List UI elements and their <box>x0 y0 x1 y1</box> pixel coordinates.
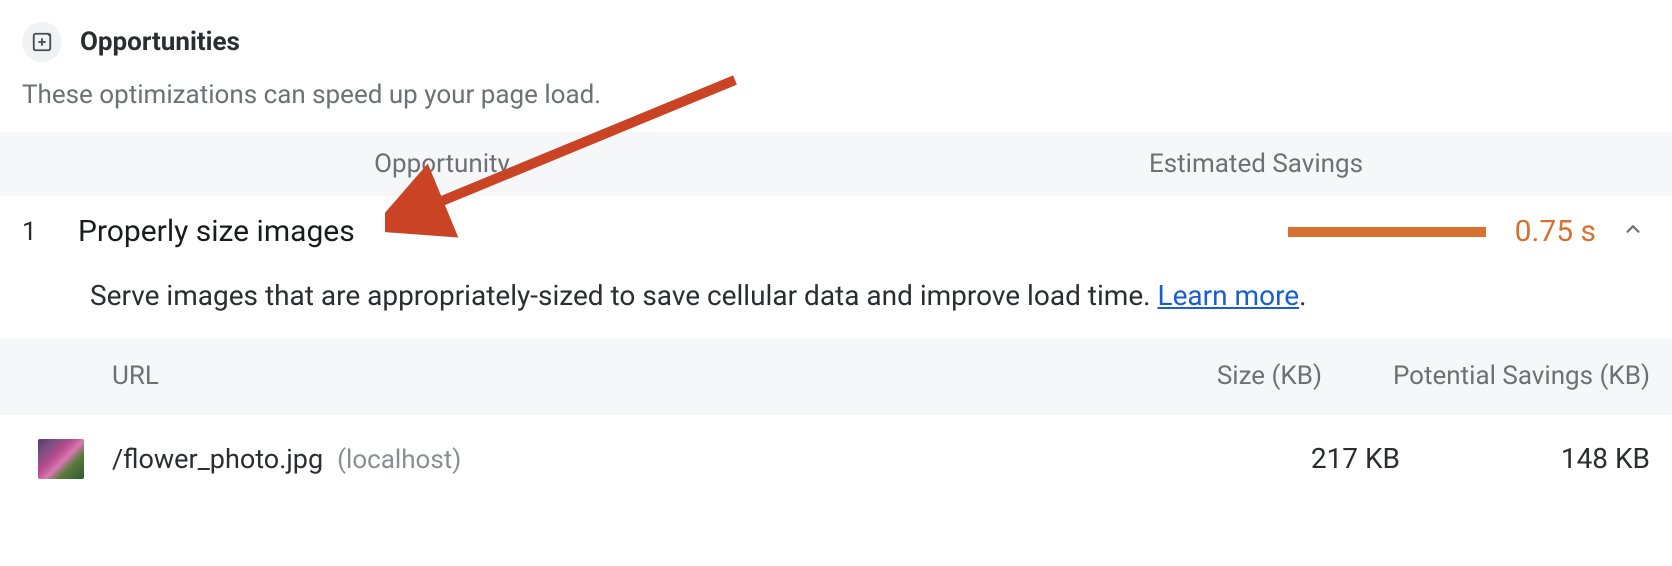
description-period: . <box>1299 279 1306 312</box>
savings-bar <box>1288 227 1486 237</box>
resource-path: /flower_photo.jpg <box>112 443 323 475</box>
resource-url[interactable]: /flower_photo.jpg (localhost) <box>84 443 1160 475</box>
column-savings-label: Estimated Savings <box>862 149 1650 179</box>
chevron-up-icon[interactable] <box>1616 218 1650 246</box>
column-size-label: Size (KB) <box>1082 361 1322 391</box>
column-opportunity-label: Opportunity <box>22 149 862 179</box>
opportunities-icon <box>22 22 62 62</box>
resource-table-header: URL Size (KB) Potential Savings (KB) <box>0 338 1672 415</box>
section-header: Opportunities <box>0 0 1672 72</box>
learn-more-link[interactable]: Learn more <box>1158 279 1300 312</box>
opportunity-columns-header: Opportunity Estimated Savings <box>0 132 1672 196</box>
savings-value: 0.75 s <box>1506 214 1596 249</box>
opportunity-name: Properly size images <box>78 214 862 249</box>
column-potential-label: Potential Savings (KB) <box>1322 360 1650 393</box>
resource-potential-savings: 148 KB <box>1400 442 1650 475</box>
resource-size: 217 KB <box>1160 442 1400 475</box>
opportunity-row[interactable]: 1 Properly size images 0.75 s <box>0 196 1672 267</box>
opportunity-savings-cell: 0.75 s <box>862 214 1650 249</box>
opportunity-description: Serve images that are appropriately-size… <box>0 267 1672 338</box>
table-row: /flower_photo.jpg (localhost) 217 KB 148… <box>0 415 1672 503</box>
opportunity-index: 1 <box>22 217 78 247</box>
opportunity-description-text: Serve images that are appropriately-size… <box>90 279 1158 312</box>
savings-bar-fill <box>1288 227 1486 237</box>
section-title: Opportunities <box>80 27 240 57</box>
section-subtitle: These optimizations can speed up your pa… <box>0 72 1672 132</box>
column-url-label: URL <box>22 361 1082 391</box>
resource-thumbnail <box>38 439 84 479</box>
resource-host: (localhost) <box>337 445 461 475</box>
